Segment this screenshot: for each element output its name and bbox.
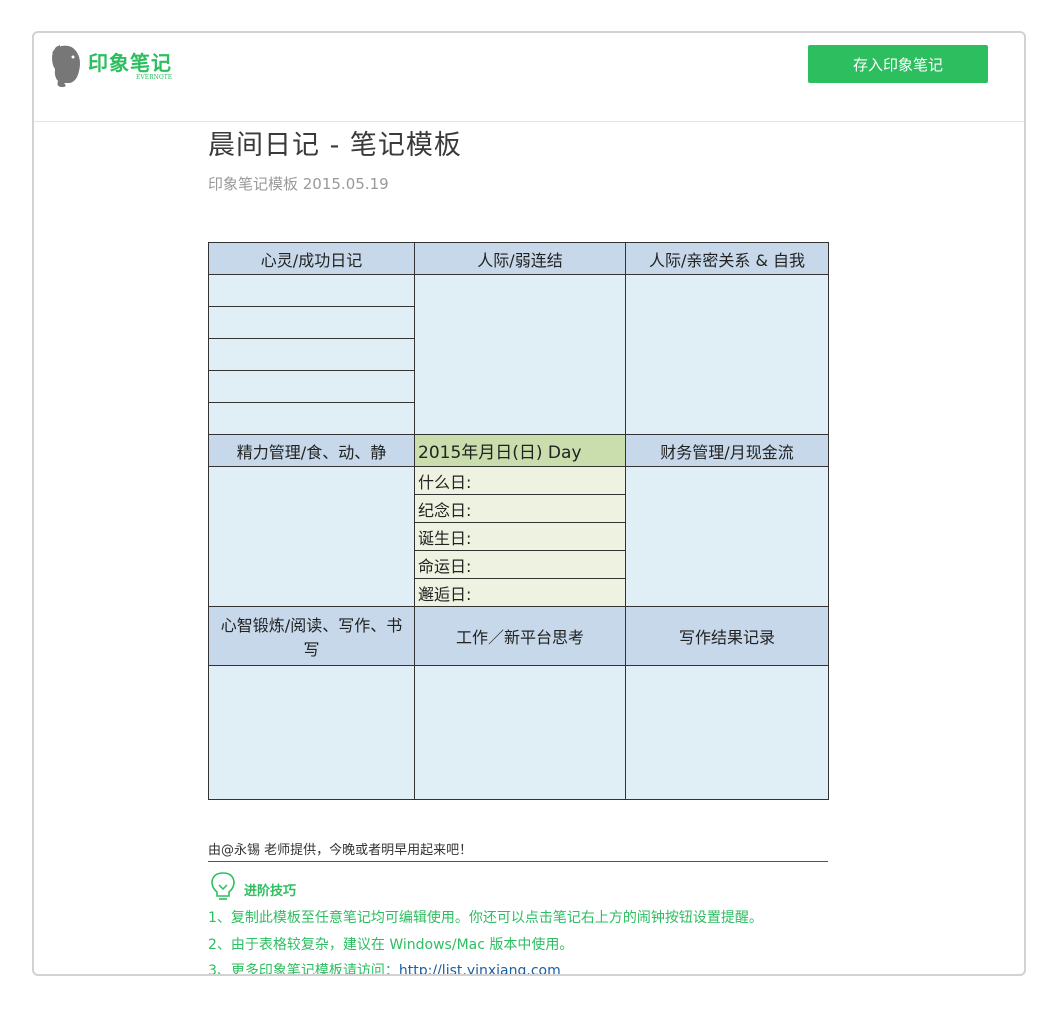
- tip-3-text: 3、更多印象笔记模板请访问：: [208, 963, 399, 976]
- logo-text: 印象笔记: [88, 51, 172, 75]
- header-work-thinking: 工作／新平台思考: [414, 606, 626, 666]
- header-weak-ties: 人际/弱连结: [414, 242, 626, 275]
- day-item-encounter[interactable]: 邂逅日:: [414, 578, 626, 607]
- mind-entry-3[interactable]: [208, 338, 415, 371]
- tips-title: 进阶技巧: [244, 884, 297, 899]
- templates-link[interactable]: http://list.yinxiang.com: [399, 963, 561, 974]
- writing-results-cell[interactable]: [625, 665, 829, 800]
- tip-2: 2、由于表格较复杂，建议在 Windows/Mac 版本中使用。: [208, 937, 574, 953]
- header-finance: 财务管理/月现金流: [625, 434, 829, 467]
- header-mind-training: 心智锻炼/阅读、写作、书写: [208, 606, 415, 666]
- top-bar: 印象笔记 EVERNOTE 存入印象笔记: [34, 33, 1024, 122]
- credit-text: 由@永锡 老师提供，今晚或者明早用起来吧！: [208, 843, 473, 858]
- elephant-icon: [52, 45, 80, 87]
- mind-entry-4[interactable]: [208, 370, 415, 403]
- lightbulb-icon: [211, 872, 235, 900]
- energy-cell[interactable]: [208, 466, 415, 607]
- day-item-anniversary[interactable]: 纪念日:: [414, 494, 626, 523]
- header-close-relations: 人际/亲密关系 & 自我: [625, 242, 829, 275]
- tip-1: 1、复制此模板至任意笔记均可编辑使用。你还可以点击笔记右上方的闹钟按钮设置提醒。: [208, 910, 763, 926]
- mind-entry-5[interactable]: [208, 402, 415, 435]
- weak-ties-cell[interactable]: [414, 274, 626, 435]
- note-title: 晨间日记 - 笔记模板: [208, 130, 462, 161]
- mind-entry-2[interactable]: [208, 306, 415, 339]
- work-thinking-cell[interactable]: [414, 665, 626, 800]
- close-relations-cell[interactable]: [625, 274, 829, 435]
- logo-subtext: EVERNOTE: [136, 74, 173, 81]
- journal-table: 心灵/成功日记 人际/弱连结 人际/亲密关系 & 自我 精力管理/食、动、静 2…: [208, 242, 829, 800]
- mind-training-cell[interactable]: [208, 665, 415, 800]
- evernote-logo[interactable]: 印象笔记 EVERNOTE: [46, 43, 206, 91]
- day-item-birthday[interactable]: 诞生日:: [414, 522, 626, 551]
- page-frame: 印象笔记 EVERNOTE 存入印象笔记 晨间日记 - 笔记模板 印象笔记模板 …: [32, 31, 1026, 976]
- day-item-destiny[interactable]: 命运日:: [414, 550, 626, 579]
- mind-entry-1[interactable]: [208, 274, 415, 307]
- note-subtitle: 印象笔记模板 2015.05.19: [208, 175, 389, 193]
- save-to-evernote-button[interactable]: 存入印象笔记: [808, 45, 988, 83]
- header-mind-success: 心灵/成功日记: [208, 242, 415, 275]
- header-energy: 精力管理/食、动、静: [208, 434, 415, 467]
- finance-cell[interactable]: [625, 466, 829, 607]
- header-writing-results: 写作结果记录: [625, 606, 829, 666]
- day-item-what[interactable]: 什么日:: [414, 466, 626, 495]
- header-date: 2015年月日(日) Day: [414, 434, 626, 467]
- tip-3: 3、更多印象笔记模板请访问：http://list.yinxiang.com: [208, 960, 561, 976]
- divider: [208, 861, 828, 862]
